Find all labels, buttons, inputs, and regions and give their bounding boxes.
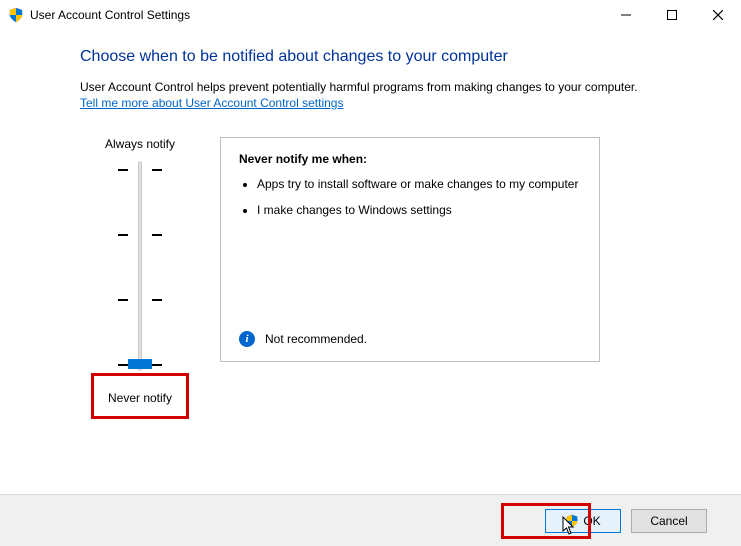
- panel-bullet: Apps try to install software or make cha…: [257, 176, 581, 192]
- slider-label-always: Always notify: [105, 137, 175, 151]
- body-text-line: User Account Control helps prevent poten…: [80, 80, 638, 94]
- slider-thumb[interactable]: [128, 359, 152, 369]
- body-text: User Account Control helps prevent poten…: [80, 80, 679, 111]
- ok-button-label: OK: [583, 514, 600, 528]
- ok-button[interactable]: OK: [545, 509, 621, 533]
- panel-title: Never notify me when:: [239, 152, 581, 166]
- content-area: Choose when to be notified about changes…: [0, 30, 741, 405]
- titlebar: User Account Control Settings: [0, 0, 741, 30]
- help-link[interactable]: Tell me more about User Account Control …: [80, 96, 343, 110]
- slider-label-never: Never notify: [108, 391, 172, 405]
- notification-slider[interactable]: [110, 161, 170, 371]
- page-heading: Choose when to be notified about changes…: [80, 48, 679, 66]
- window-controls: [603, 0, 741, 30]
- slider-column: Always notify Never notify: [80, 137, 200, 405]
- uac-shield-icon: [8, 7, 24, 23]
- uac-shield-icon: [565, 514, 579, 528]
- cancel-button-label: Cancel: [650, 514, 687, 528]
- panel-bullet: I make changes to Windows settings: [257, 202, 581, 218]
- window-title: User Account Control Settings: [30, 8, 190, 22]
- close-button[interactable]: [695, 0, 741, 30]
- description-panel: Never notify me when: Apps try to instal…: [220, 137, 600, 362]
- info-icon: i: [239, 331, 255, 347]
- maximize-button[interactable]: [649, 0, 695, 30]
- recommendation-text: Not recommended.: [265, 332, 367, 346]
- panel-bullet-list: Apps try to install software or make cha…: [257, 176, 581, 218]
- cancel-button[interactable]: Cancel: [631, 509, 707, 533]
- minimize-button[interactable]: [603, 0, 649, 30]
- footer-bar: OK Cancel: [0, 494, 741, 546]
